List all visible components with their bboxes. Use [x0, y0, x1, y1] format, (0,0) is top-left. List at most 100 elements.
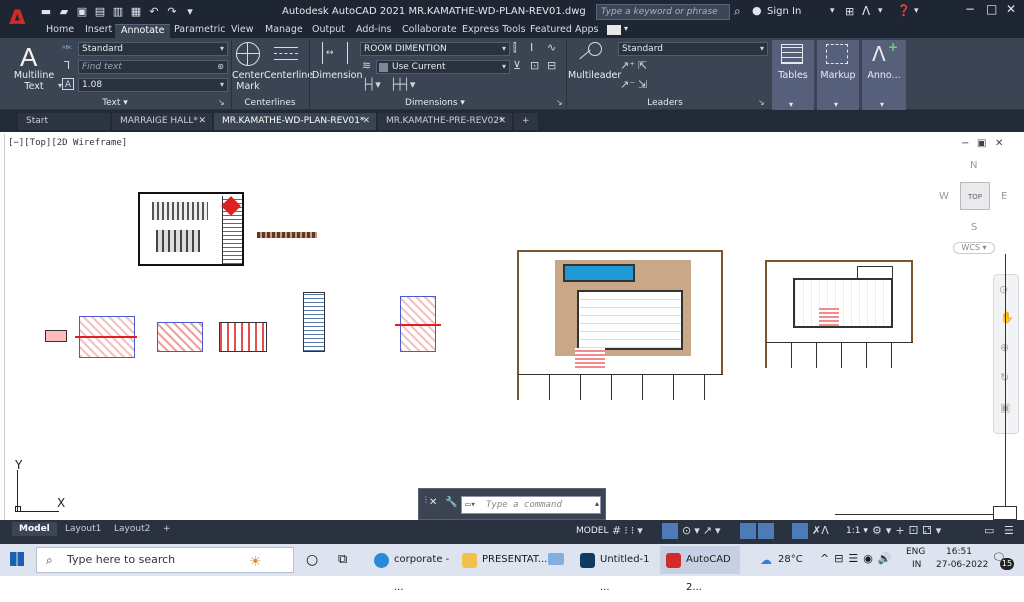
tab-home[interactable]: Home	[40, 24, 80, 38]
redo-icon[interactable]: ↷	[166, 5, 178, 18]
fullscreen-icon[interactable]: ▭	[984, 524, 994, 537]
centerline-label[interactable]: Centerline	[264, 70, 313, 81]
model-space-toggle[interactable]: MODEL	[576, 526, 608, 536]
windows-start-icon[interactable]	[10, 552, 24, 566]
weather-temp[interactable]: 28°C	[778, 554, 803, 565]
drawing-canvas[interactable]: [−][Top][2D Wireframe] − ▣ ✕ N W E S TOP…	[4, 134, 1020, 520]
pan-icon[interactable]: ✋	[1000, 311, 1014, 324]
annotation-scale-dropdown[interactable]: 1:1 ▾	[846, 526, 868, 536]
tab-layout1[interactable]: Layout1	[58, 522, 108, 536]
multileader-label[interactable]: Multileader	[568, 70, 621, 81]
jog-line-icon[interactable]: ∿	[547, 42, 556, 54]
annotation-visibility-icon[interactable]	[792, 523, 808, 539]
clock-date[interactable]: 27-06-2022	[936, 560, 988, 570]
text-height-dropdown[interactable]: 1.08 ▾	[78, 78, 228, 92]
tab-express-tools[interactable]: Express Tools	[456, 24, 532, 38]
dimensions-panel-title[interactable]: Dimensions ▾	[380, 98, 490, 108]
close-button[interactable]: ✕	[1006, 2, 1016, 16]
remove-leader-icon[interactable]: ↗⁻	[620, 79, 635, 91]
tab-view[interactable]: View	[225, 24, 260, 38]
wcs-menu[interactable]: WCS ▾	[953, 242, 995, 254]
new-tab-button[interactable]: +	[514, 113, 538, 130]
annotation-scaling-button[interactable]: Ʌ + Anno... ▾	[862, 40, 906, 110]
quick-dim-icon[interactable]: ├┼┤▾	[390, 79, 415, 91]
viewport-controls[interactable]: [−][Top][2D Wireframe]	[8, 138, 127, 148]
sign-in-dropdown-icon[interactable]: ▾	[830, 6, 835, 16]
ribbon-minimize-icon[interactable]	[607, 25, 621, 35]
dimension-label[interactable]: Dimension	[312, 70, 363, 81]
tab-model[interactable]: Model	[12, 522, 57, 536]
doc-tab-kamathe-pre[interactable]: MR.KAMATHE-PRE-REV02* ✕	[378, 113, 512, 130]
system-tray-icons[interactable]: ^⊟☰◉🔊	[820, 552, 897, 565]
save-as-icon[interactable]: ▤	[94, 5, 106, 18]
break-dim-icon[interactable]: ⫿	[513, 42, 517, 54]
center-mark-label-2[interactable]: Mark	[230, 81, 266, 92]
tab-annotate[interactable]: Annotate	[115, 24, 171, 38]
doc-tab-marraige-hall[interactable]: MARRAIGE HALL* ✕	[112, 113, 212, 130]
taskbar-app-edge[interactable]: corporate - ...	[368, 546, 452, 593]
taskbar-app-autocad[interactable]: AutoCAD 2...	[660, 546, 740, 593]
tab-add-ins[interactable]: Add-ins	[350, 24, 397, 38]
tab-manage[interactable]: Manage	[259, 24, 309, 38]
close-tab-icon[interactable]: ✕	[198, 113, 206, 130]
compass-south[interactable]: S	[971, 222, 977, 233]
auto-scale-icon[interactable]: ✗Ʌ	[812, 524, 829, 537]
language-code[interactable]: ENG	[906, 547, 925, 557]
tab-output[interactable]: Output	[306, 24, 351, 38]
search-input[interactable]: Type a keyword or phrase	[596, 4, 730, 20]
object-snap-icon[interactable]	[758, 523, 774, 539]
language-region[interactable]: IN	[912, 560, 921, 570]
leaders-panel-launcher-icon[interactable]: ↘	[758, 98, 765, 107]
tab-collaborate[interactable]: Collaborate	[396, 24, 463, 38]
viewport-minimize-icon[interactable]: −	[961, 138, 969, 149]
navigation-bar[interactable]: ⊙ ✋ ⊕ ↻ ▣	[993, 274, 1019, 434]
align-leader-icon[interactable]: ⇱	[638, 60, 647, 72]
tables-button[interactable]: Tables ▾	[772, 40, 814, 110]
taskbar-app-powerpoint[interactable]: PRESENTAT...	[456, 546, 547, 574]
compass-north[interactable]: N	[970, 160, 977, 171]
markup-button[interactable]: Markup ▾	[817, 40, 859, 110]
adjust-space-icon[interactable]: Ⅰ	[530, 42, 533, 54]
command-expand-icon[interactable]: ▴	[595, 499, 599, 508]
text-panel-launcher-icon[interactable]: ↘	[218, 98, 225, 107]
command-input[interactable]: ▭▾ Type a command	[461, 496, 601, 514]
clock-time[interactable]: 16:51	[946, 547, 972, 557]
restore-button[interactable]: □	[986, 2, 997, 16]
tab-parametric[interactable]: Parametric	[168, 24, 231, 38]
open-icon[interactable]: ▰	[58, 5, 70, 18]
cortana-icon[interactable]: ○	[306, 552, 318, 568]
text-panel-title[interactable]: Text ▾	[60, 98, 170, 108]
files-icon[interactable]	[548, 553, 564, 565]
multiline-text-label-2[interactable]: Text	[12, 81, 56, 92]
check-spelling-icon[interactable]: ᴬᴮᶜ	[62, 43, 72, 55]
grid-snap-icons[interactable]: #⁝⁝▾	[612, 524, 646, 537]
publish-icon[interactable]: ▥	[112, 5, 124, 18]
cart-icon[interactable]: ⊞	[845, 5, 854, 18]
multiline-text-icon[interactable]: A	[20, 42, 37, 73]
weather-icon[interactable]: ☁	[760, 553, 772, 567]
collect-leader-icon[interactable]: ⇲	[638, 79, 647, 91]
viewcube-top-face[interactable]: TOP	[960, 182, 990, 210]
customize-icon[interactable]: 🔧	[445, 497, 457, 508]
polar-osnap-icons[interactable]: ⊙▾↗▾	[682, 524, 723, 537]
ortho-icon[interactable]	[662, 523, 678, 539]
inspect-dim-icon[interactable]: ⊻	[513, 60, 521, 72]
customization-icon[interactable]: ☰	[1004, 524, 1014, 537]
close-tab-icon[interactable]: ✕	[362, 113, 370, 130]
autodesk-a360-icon[interactable]: Ʌ	[862, 4, 870, 18]
doc-tab-kamathe-wd[interactable]: MR.KAMATHE-WD-PLAN-REV01* ✕	[214, 113, 376, 130]
status-tools-icons[interactable]: ⚙▾+⚀⚁▾	[872, 524, 945, 537]
sign-in-link[interactable]: Sign In	[767, 6, 801, 17]
find-text-input[interactable]: Find text ⊛	[78, 60, 228, 74]
help-dropdown-icon[interactable]: ▾	[914, 6, 919, 16]
plot-icon[interactable]: ▦	[130, 5, 142, 18]
tab-featured-apps[interactable]: Featured Apps	[524, 24, 604, 38]
new-icon[interactable]: ▬	[40, 5, 52, 18]
search-icon[interactable]: ⌕	[734, 4, 741, 19]
a360-dropdown-icon[interactable]: ▾	[878, 6, 883, 16]
taskbar-search[interactable]: ⌕ Type here to search ☀	[36, 547, 294, 573]
multiline-text-label[interactable]: Multiline	[12, 70, 56, 81]
dim-layer-dropdown[interactable]: Use Current ▾	[376, 60, 510, 74]
help-icon[interactable]: ❓	[897, 4, 911, 17]
minimize-button[interactable]: −	[965, 2, 975, 16]
